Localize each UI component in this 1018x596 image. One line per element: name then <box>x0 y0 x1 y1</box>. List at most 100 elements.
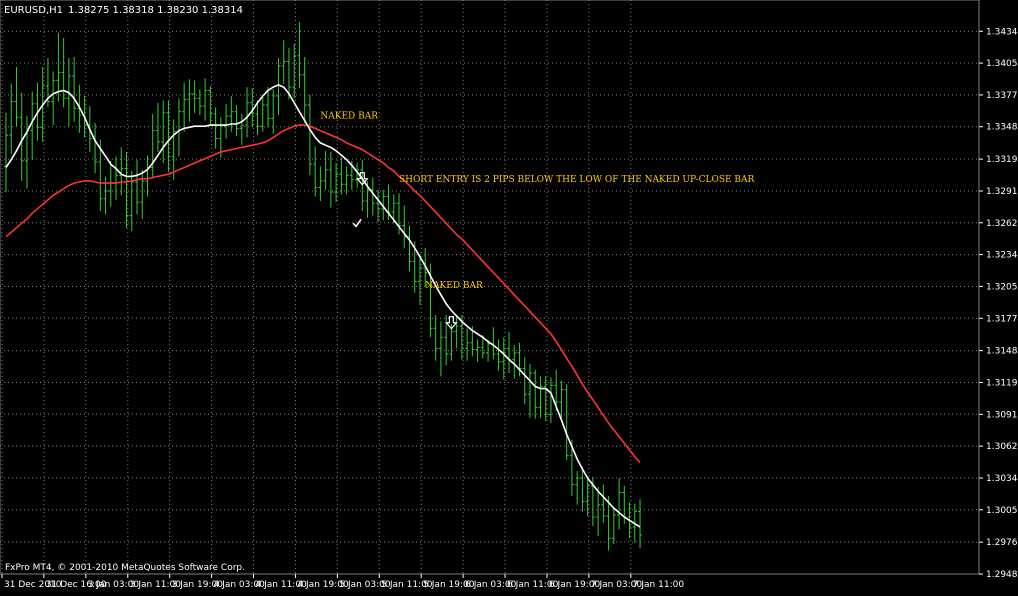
price-bar <box>135 159 139 215</box>
price-bar <box>402 205 407 248</box>
price-bar <box>564 384 569 461</box>
price-bar <box>281 40 286 84</box>
y-tick-label: 1.32910 <box>986 187 1018 197</box>
y-tick-label: 1.30910 <box>986 410 1018 420</box>
grid <box>0 0 980 575</box>
price-bar <box>344 166 349 195</box>
price-bar <box>376 189 381 223</box>
price-bars <box>4 22 643 551</box>
price-bar <box>4 112 8 193</box>
price-bar <box>182 82 187 132</box>
price-bar <box>617 477 622 530</box>
price-bar <box>140 169 145 219</box>
price-axis: 1.34340 1.34055 1.33770 1.33485 1.33195 1.329… <box>979 27 1018 580</box>
price-bar <box>302 56 307 123</box>
moving-averages <box>5 84 641 528</box>
price-bar <box>601 484 606 523</box>
chart-symbol: EURUSD,H1 <box>4 5 63 16</box>
price-bar <box>9 83 14 155</box>
price-bar <box>14 67 19 127</box>
price-bar <box>438 321 443 377</box>
y-tick-label: 1.33770 <box>986 91 1018 101</box>
price-bar <box>533 369 538 419</box>
price-bar <box>454 314 459 349</box>
y-tick-label: 1.30625 <box>986 442 1018 452</box>
price-bar <box>313 146 318 197</box>
price-bar <box>203 78 208 121</box>
price-bar <box>417 257 422 305</box>
price-bar <box>176 98 181 157</box>
price-bar <box>528 364 532 418</box>
x-tick-label: 7 Jan 11:00 <box>633 580 685 590</box>
price-bar <box>548 377 553 424</box>
price-bar <box>276 58 281 116</box>
price-bar <box>187 79 192 122</box>
price-bar <box>197 89 202 116</box>
y-tick-label: 1.33485 <box>986 123 1018 133</box>
y-tick-label: 1.31480 <box>986 347 1018 357</box>
price-bar <box>213 107 218 149</box>
price-bar <box>145 155 150 197</box>
price-bar <box>596 486 601 537</box>
price-bar <box>538 376 543 418</box>
price-bar <box>271 89 276 135</box>
y-tick-label: 1.32340 <box>986 251 1018 261</box>
price-bar <box>370 177 375 216</box>
price-bar <box>318 166 323 202</box>
annotation-label: NAKED BAR <box>425 281 483 291</box>
plot-frame <box>0 0 980 575</box>
check-icon <box>352 218 362 228</box>
price-bar <box>297 22 302 89</box>
price-bar <box>328 151 333 208</box>
copyright-text: FxPro MT4, © 2001-2010 MetaQuotes Softwa… <box>5 563 245 573</box>
price-bar <box>465 328 470 361</box>
price-bar <box>161 100 166 164</box>
price-bar <box>192 80 197 113</box>
price-bar <box>512 345 517 379</box>
price-bar <box>407 225 412 272</box>
price-bar <box>103 176 108 215</box>
annotation-label: NAKED BAR <box>320 111 378 121</box>
price-bar <box>150 113 155 178</box>
y-tick-label: 1.29480 <box>986 570 1018 580</box>
price-bar <box>234 104 239 137</box>
fast-moving-average <box>5 84 641 528</box>
price-bar <box>575 471 580 505</box>
chart: NAKED BAR SHORT ENTRY IS 2 PIPS BELOW THE… <box>0 0 1018 592</box>
y-tick-label: 1.31195 <box>986 378 1018 388</box>
price-bar <box>224 103 229 139</box>
y-tick-label: 1.34340 <box>986 27 1018 37</box>
y-tick-label: 1.32055 <box>986 282 1018 292</box>
y-tick-label: 1.33195 <box>986 155 1018 165</box>
price-bar <box>155 102 160 152</box>
price-bar <box>323 150 328 190</box>
price-bar <box>339 157 344 195</box>
price-bar <box>51 71 56 126</box>
price-bar <box>433 314 438 361</box>
annotations: NAKED BAR SHORT ENTRY IS 2 PIPS BELOW THE… <box>320 111 755 330</box>
time-axis: 31 Dec 201031 Dec 16:003 Jan 03:003 Jan … <box>1 574 685 590</box>
annotation-label: SHORT ENTRY IS 2 PIPS BELOW THE LOW OF T… <box>399 175 755 185</box>
chart-canvas: NAKED BAR SHORT ENTRY IS 2 PIPS BELOW THE… <box>0 0 1018 590</box>
price-bar <box>119 147 124 196</box>
price-bar <box>507 331 512 373</box>
y-tick-label: 1.29765 <box>986 538 1018 548</box>
price-bar <box>239 113 244 146</box>
price-bar <box>638 499 643 549</box>
price-bar <box>61 37 66 108</box>
price-bar <box>307 94 312 176</box>
price-bar <box>501 337 506 380</box>
chart-ohlc: 1.38275 1.38318 1.38230 1.38314 <box>68 5 243 16</box>
y-tick-label: 1.30340 <box>986 474 1018 484</box>
price-bar <box>93 122 98 174</box>
price-bar <box>580 466 585 512</box>
price-bar <box>522 357 527 405</box>
price-bar <box>355 163 360 188</box>
price-bar <box>611 506 616 544</box>
price-bar <box>496 339 501 371</box>
y-tick-label: 1.34055 <box>986 59 1018 69</box>
price-bar <box>559 380 564 419</box>
y-tick-label: 1.31770 <box>986 314 1018 324</box>
y-tick-label: 1.32625 <box>986 219 1018 229</box>
price-bar <box>72 56 77 122</box>
